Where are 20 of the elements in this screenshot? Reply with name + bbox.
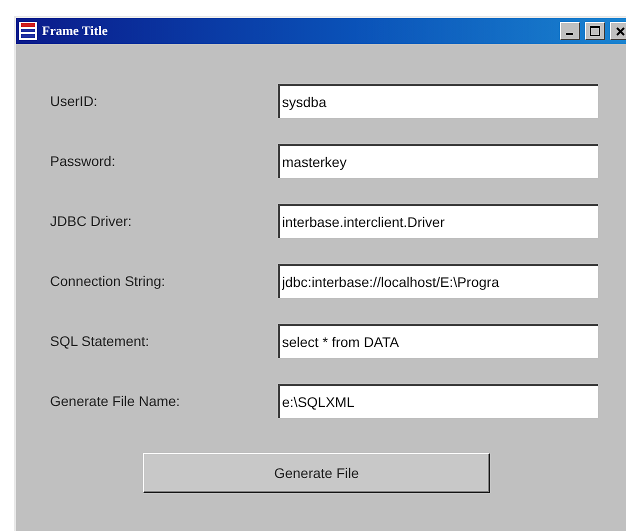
field-label: JDBC Driver:	[50, 213, 133, 229]
input-field[interactable]: masterkey	[278, 144, 598, 178]
app-icon	[18, 21, 38, 41]
field-label: Password:	[50, 153, 116, 169]
field-label: SQL Statement:	[50, 333, 150, 349]
close-button[interactable]	[610, 22, 626, 40]
input-field[interactable]: select * from DATA	[278, 324, 598, 358]
window-title: Frame Title	[42, 23, 109, 39]
field-label: UserID:	[50, 93, 98, 109]
input-field[interactable]: e:\SQLXML	[278, 384, 598, 418]
input-field[interactable]: interbase.interclient.Driver	[278, 204, 598, 238]
maximize-icon	[590, 26, 600, 36]
field-label: Connection String:	[50, 273, 166, 289]
minimize-button[interactable]	[560, 22, 580, 40]
generate-button[interactable]: Generate File	[143, 453, 490, 493]
close-icon	[616, 26, 624, 36]
field-label: Generate File Name:	[50, 393, 181, 409]
input-field[interactable]: sysdba	[278, 84, 598, 118]
maximize-button[interactable]	[585, 22, 605, 40]
input-field[interactable]: jdbc:interbase://localhost/E:\Progra	[278, 264, 598, 298]
